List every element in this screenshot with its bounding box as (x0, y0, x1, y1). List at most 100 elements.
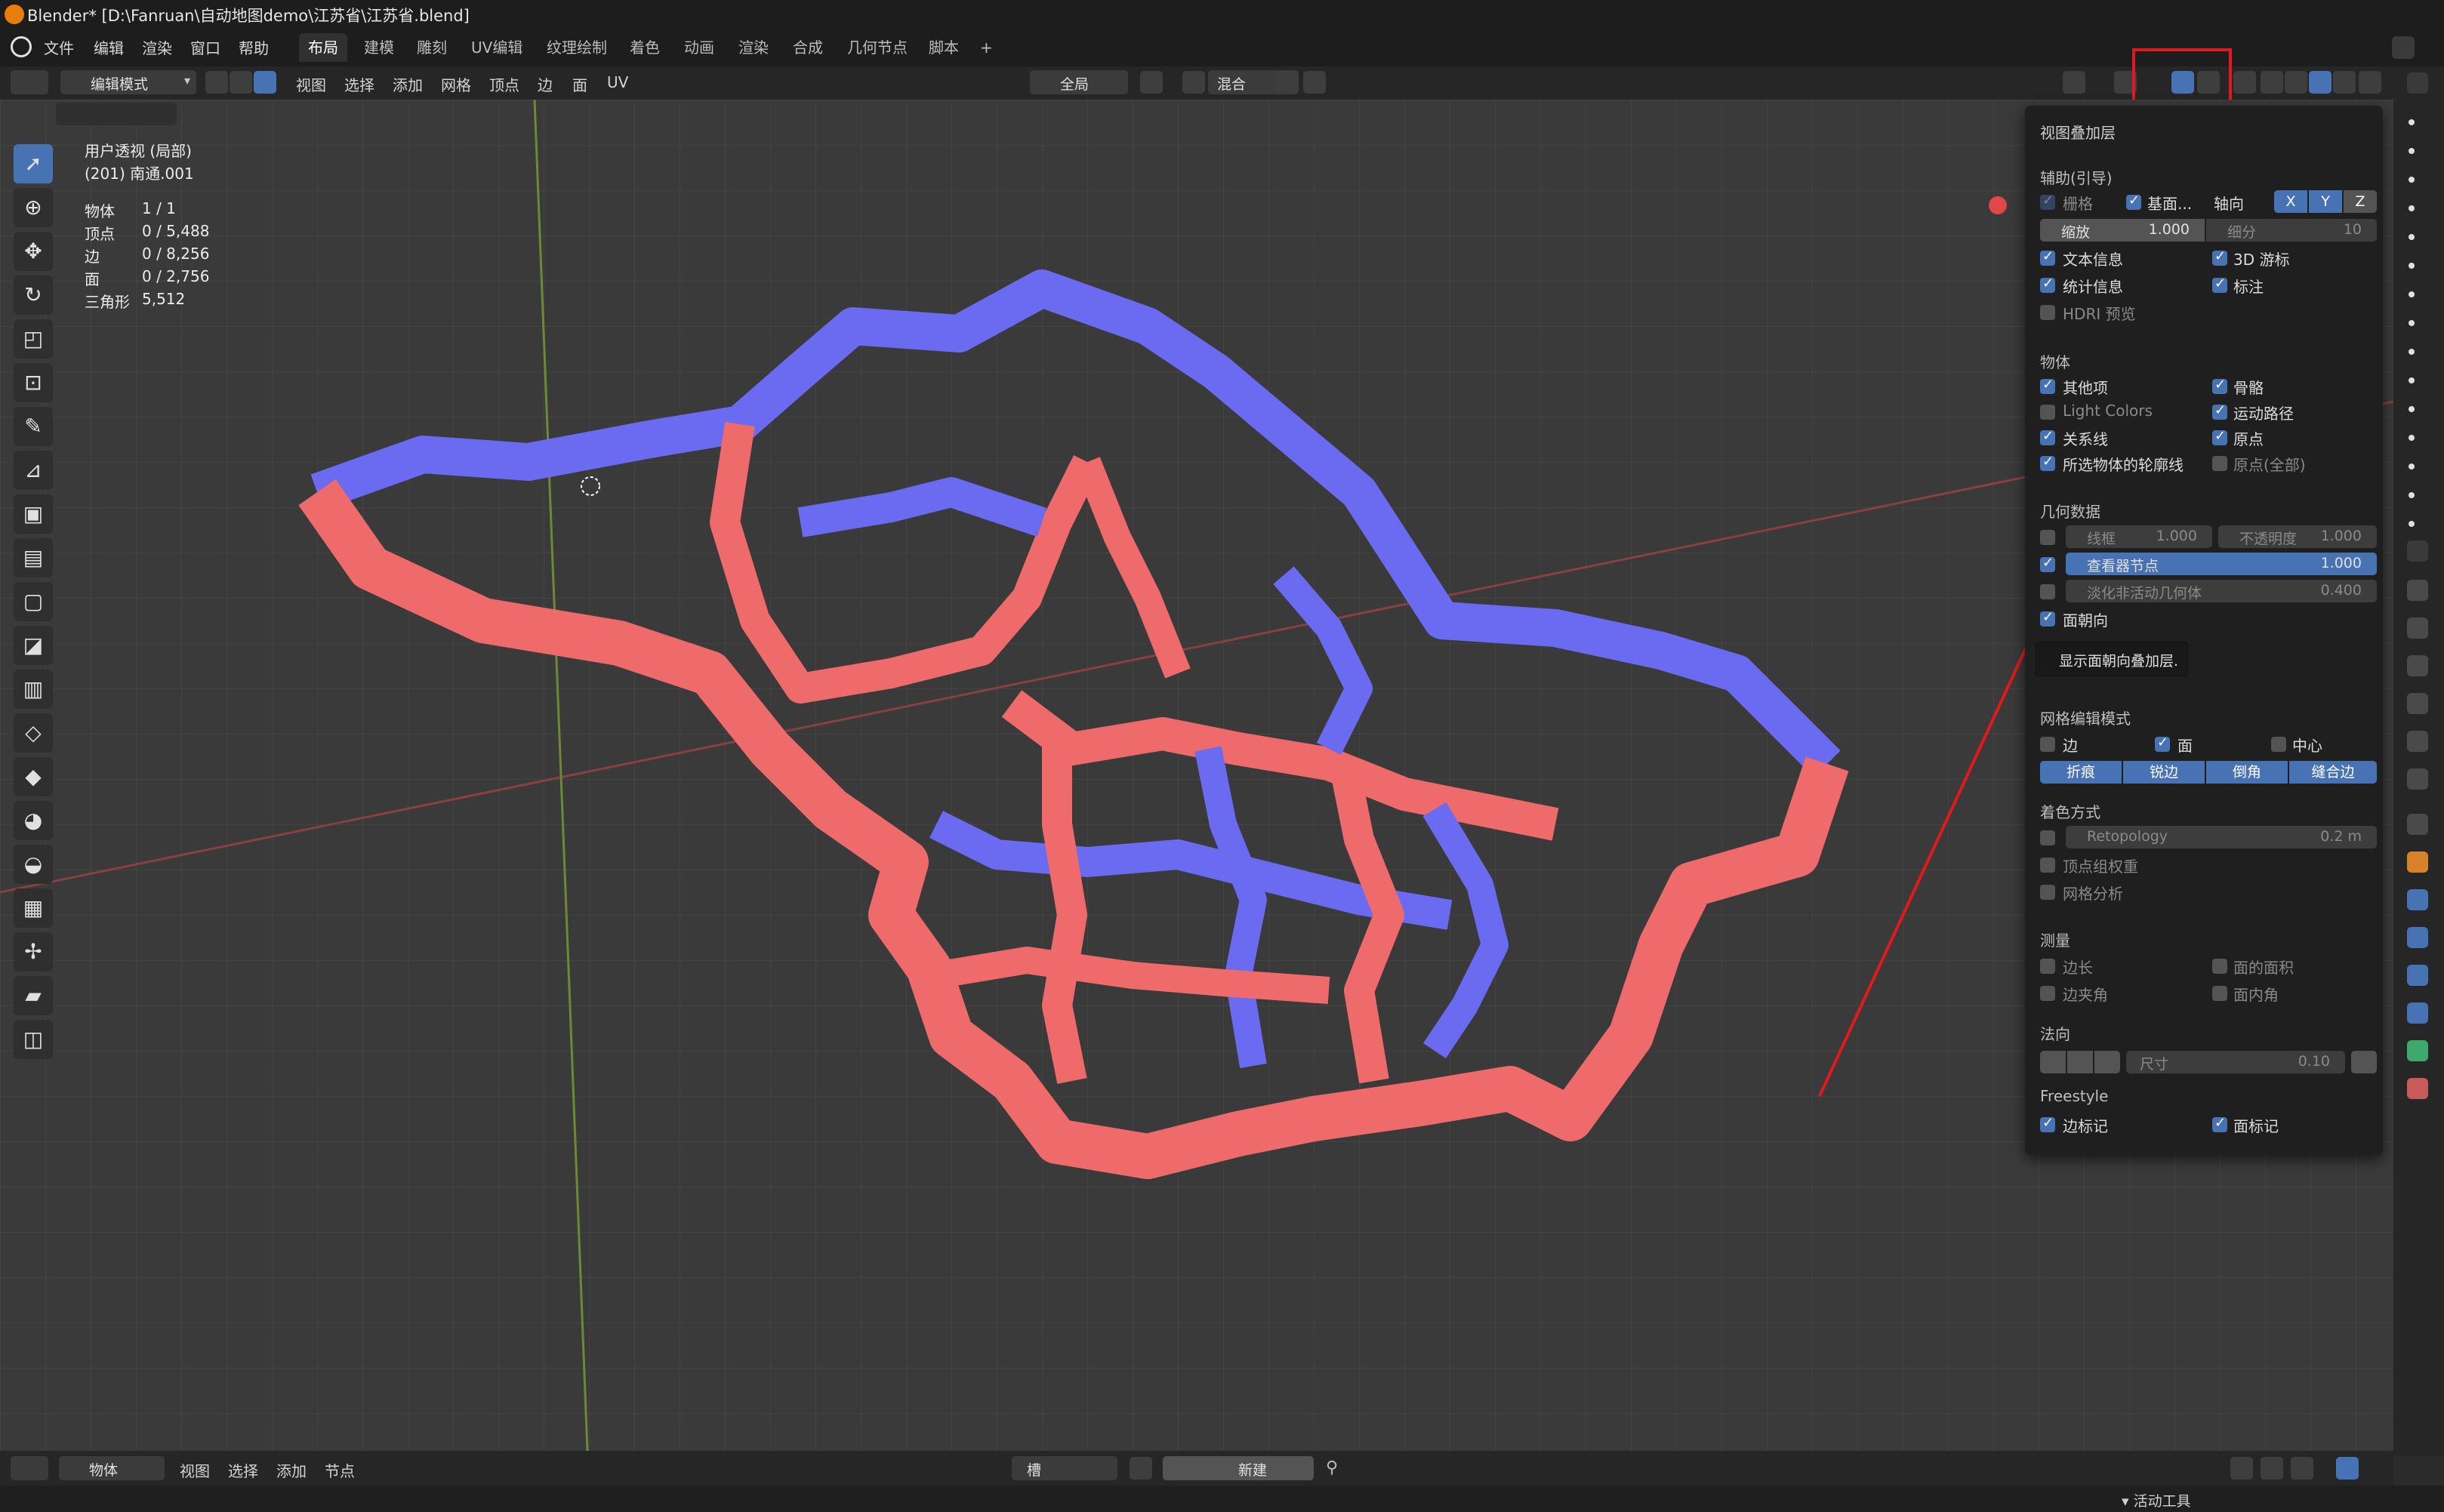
visibility-icon[interactable] (2063, 71, 2085, 94)
smooth-tool-icon[interactable]: ◒ (14, 845, 53, 884)
scale-field[interactable]: 缩放 1.000 (2040, 219, 2205, 242)
menu-node[interactable]: 节点 (325, 1459, 355, 1481)
parent-node-icon[interactable] (2230, 1457, 2253, 1480)
select-tool-icon[interactable]: ➚ (14, 144, 53, 183)
menu-select[interactable]: 选择 (228, 1459, 258, 1481)
center-checkbox[interactable] (2271, 737, 2286, 752)
scene-properties-icon[interactable] (2407, 731, 2428, 752)
bones-checkbox[interactable] (2212, 377, 2227, 394)
wireframe-shading-icon[interactable] (2261, 71, 2283, 94)
spin-tool-icon[interactable]: ◕ (14, 801, 53, 840)
scale-tool-icon[interactable]: ◰ (14, 319, 53, 359)
vertex-select-icon[interactable] (205, 71, 228, 94)
freestyle-edge-marks-checkbox[interactable] (2040, 1115, 2055, 1132)
solid-shading-icon[interactable] (2285, 71, 2307, 94)
shading-dropdown-icon[interactable] (2359, 71, 2381, 94)
data-properties-icon[interactable] (2407, 1040, 2428, 1061)
tab-layout[interactable]: 布局 (299, 33, 347, 62)
bevel-toggle[interactable]: 倒角 (2206, 761, 2288, 784)
text-info-checkbox[interactable] (2040, 248, 2055, 266)
falloff-icon[interactable] (1303, 71, 1326, 94)
blender-menu-icon[interactable] (11, 36, 32, 57)
rip-tool-icon[interactable]: ◫ (14, 1020, 53, 1059)
fade-inactive-field[interactable]: 淡化非活动几何体 0.400 (2066, 580, 2377, 602)
retopology-checkbox[interactable] (2040, 830, 2055, 845)
tab-scripting[interactable]: 脚本 (920, 33, 968, 62)
edge-angle-checkbox[interactable] (2040, 986, 2055, 1001)
annotate-tool-icon[interactable]: ✎ (14, 407, 53, 446)
tab-texture-paint[interactable]: 纹理绘制 (538, 33, 616, 62)
knife-tool-icon[interactable]: ◇ (14, 713, 53, 753)
snap-icon[interactable] (2261, 1457, 2283, 1480)
proportional-editing-icon[interactable] (1276, 71, 1299, 94)
crease-toggle[interactable]: 折痕 (2040, 761, 2122, 784)
loop-cut-tool-icon[interactable]: ▥ (14, 670, 53, 709)
add-cube-tool-icon[interactable]: ▣ (14, 494, 53, 534)
origins-checkbox[interactable] (2212, 428, 2227, 445)
menu-edge[interactable]: 边 (538, 73, 553, 95)
active-tool-panel-label[interactable]: ▾ 活动工具 (2122, 1490, 2191, 1510)
physics-properties-icon[interactable] (2407, 965, 2428, 986)
wireframe-opacity-field[interactable]: 不透明度 1.000 (2218, 525, 2377, 548)
3d-cursor-checkbox[interactable] (2212, 248, 2227, 266)
overlays-icon[interactable] (2171, 71, 2194, 94)
menu-help[interactable]: 帮助 (239, 36, 269, 58)
editor-type-button[interactable] (11, 70, 48, 94)
face-select-icon[interactable] (254, 71, 276, 94)
particle-properties-icon[interactable] (2407, 927, 2428, 948)
measure-tool-icon[interactable]: ⊿ (14, 451, 53, 490)
fade-inactive-checkbox[interactable] (2040, 584, 2055, 599)
relationship-lines-checkbox[interactable] (2040, 428, 2055, 445)
grid-checkbox[interactable] (2040, 192, 2055, 210)
menu-select[interactable]: 选择 (344, 73, 374, 95)
xray-icon[interactable] (2233, 71, 2256, 94)
pivot-point-icon[interactable] (1140, 71, 1163, 94)
extrude-tool-icon[interactable]: ▤ (14, 538, 53, 577)
vertex-normals-icon[interactable] (2040, 1051, 2066, 1073)
sharp-toggle[interactable]: 锐边 (2123, 761, 2205, 784)
light-colors-checkbox[interactable] (2040, 405, 2055, 420)
overlays-dropdown-icon[interactable] (2197, 71, 2220, 94)
view-layer-properties-icon[interactable] (2407, 693, 2428, 714)
bevel-tool-icon[interactable]: ◪ (14, 626, 53, 665)
freestyle-face-marks-checkbox[interactable] (2212, 1115, 2227, 1132)
new-material-button[interactable]: 新建 (1163, 1456, 1314, 1480)
material-properties-icon[interactable] (2407, 1078, 2428, 1099)
eyedropper-icon[interactable] (2351, 1051, 2377, 1073)
move-tool-icon[interactable]: ✥ (14, 232, 53, 271)
overlays-icon[interactable] (2336, 1457, 2359, 1480)
scene-selector-icon[interactable] (2392, 36, 2415, 59)
tool-properties-icon[interactable] (2407, 580, 2428, 601)
hdri-preview-checkbox[interactable] (2040, 305, 2055, 320)
floor-checkbox[interactable] (2126, 192, 2141, 210)
edge-length-checkbox[interactable] (2040, 959, 2055, 974)
poly-build-tool-icon[interactable]: ◆ (14, 757, 53, 796)
menu-view[interactable]: 视图 (180, 1459, 210, 1481)
wireframe-field[interactable]: 线框 1.000 (2066, 525, 2212, 548)
edge-select-icon[interactable] (230, 71, 252, 94)
normal-size-field[interactable]: 尺寸 0.10 (2126, 1051, 2345, 1073)
pin-icon[interactable]: ⚲ (1326, 1458, 1338, 1477)
viewer-node-field[interactable]: 查看器节点 1.000 (2066, 553, 2377, 575)
menu-add[interactable]: 添加 (276, 1459, 307, 1481)
constraint-properties-icon[interactable] (2407, 1002, 2428, 1024)
shrink-fatten-tool-icon[interactable]: ✢ (14, 932, 53, 972)
world-properties-icon[interactable] (2407, 768, 2428, 790)
split-normals-icon[interactable] (2067, 1051, 2093, 1073)
inset-tool-icon[interactable]: ▢ (14, 582, 53, 621)
modifier-properties-icon[interactable] (2407, 889, 2428, 910)
statistics-checkbox[interactable] (2040, 276, 2055, 293)
menu-file[interactable]: 文件 (44, 36, 74, 58)
render-properties-icon[interactable] (2407, 617, 2428, 639)
axis-y-toggle[interactable]: Y (2309, 190, 2342, 213)
shear-tool-icon[interactable]: ▰ (14, 976, 53, 1015)
mesh-analysis-checkbox[interactable] (2040, 885, 2055, 900)
menu-add[interactable]: 添加 (393, 73, 423, 95)
face-area-checkbox[interactable] (2212, 959, 2227, 974)
tab-compositing[interactable]: 合成 (784, 33, 832, 62)
edge-checkbox[interactable] (2040, 737, 2055, 752)
seam-toggle[interactable]: 缝合边 (2289, 761, 2377, 784)
tab-uv-editing[interactable]: UV编辑 (462, 33, 532, 62)
material-browse-icon[interactable] (1130, 1457, 1152, 1480)
add-workspace-button[interactable]: + (971, 33, 1002, 62)
